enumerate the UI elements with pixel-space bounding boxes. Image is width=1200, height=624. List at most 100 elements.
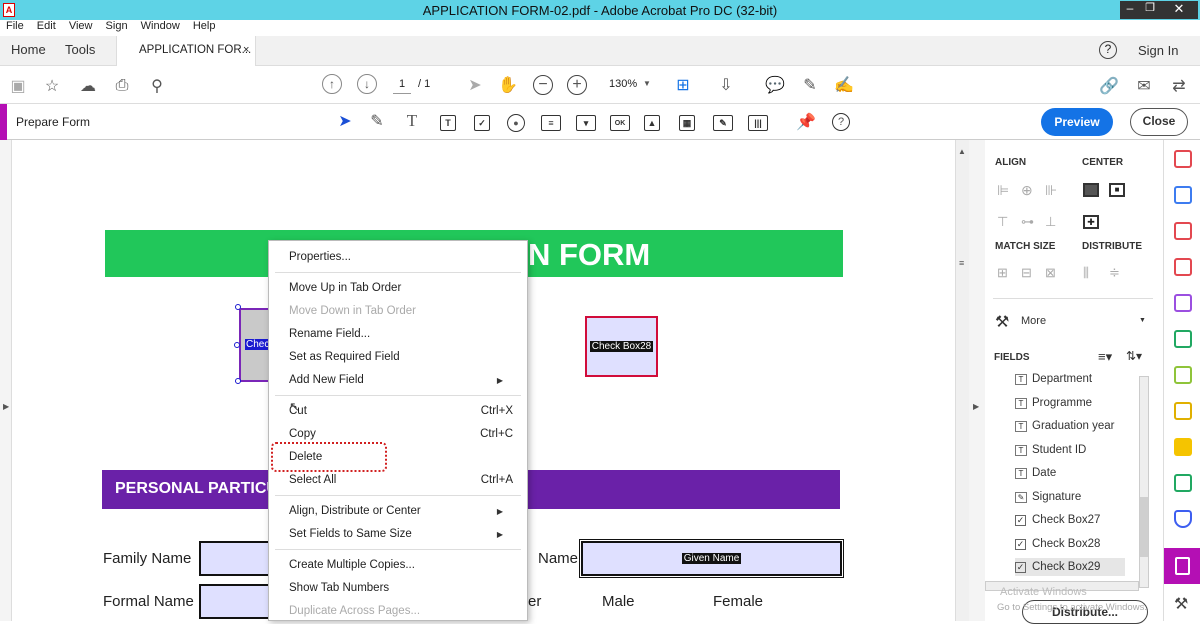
field-student-id[interactable]: T Student ID xyxy=(1015,441,1086,459)
text-field-icon[interactable]: T xyxy=(440,115,456,131)
field-check-box28[interactable]: ✓ Check Box28 xyxy=(1015,535,1100,553)
menu-move-up[interactable]: Move Up in Tab Order xyxy=(289,282,401,294)
close-window-icon[interactable]: ✕ xyxy=(1160,1,1198,19)
sort-icon[interactable]: ⇅▾ xyxy=(1126,349,1142,363)
highlight-pen-icon[interactable]: ✎ xyxy=(800,75,820,95)
menu-sign[interactable]: Sign xyxy=(106,20,128,32)
match-height-icon[interactable]: ⊟ xyxy=(1021,265,1032,281)
align-center-icon[interactable]: ⊕ xyxy=(1021,182,1033,199)
menu-same-size[interactable]: Set Fields to Same Size xyxy=(289,528,412,540)
align-bottom-icon[interactable]: ⊥ xyxy=(1045,214,1056,230)
scroll-grip-icon[interactable]: ≡ xyxy=(959,258,964,268)
page-up-icon[interactable]: ↑ xyxy=(322,74,342,94)
image-tool-icon[interactable]: ▲ xyxy=(644,115,660,131)
menu-edit[interactable]: Edit xyxy=(37,20,56,32)
text-tool-icon[interactable]: T xyxy=(403,111,421,130)
fields-scroll-thumb[interactable] xyxy=(1140,497,1148,557)
page-number-input[interactable]: 1 xyxy=(393,74,411,94)
scroll-mode-icon[interactable]: ⇩ xyxy=(716,75,736,95)
tab-document[interactable]: APPLICATION FOR... × xyxy=(116,36,256,66)
tab-close-icon[interactable]: × xyxy=(243,44,249,56)
field-date[interactable]: T Date xyxy=(1015,464,1056,482)
sign-icon[interactable]: ✍ xyxy=(834,75,854,95)
zoom-in-icon[interactable]: + xyxy=(567,75,587,95)
fields-scrollbar[interactable] xyxy=(1139,376,1149,588)
menu-file[interactable]: File xyxy=(6,20,24,32)
field-graduation-year[interactable]: T Graduation year xyxy=(1015,417,1114,435)
date-tool-icon[interactable]: ▦ xyxy=(679,115,695,131)
menu-duplicate[interactable]: Duplicate Across Pages... xyxy=(289,605,420,617)
more-chevron-icon[interactable]: ▼ xyxy=(1139,317,1146,324)
dropdown-tool-icon[interactable]: ▾ xyxy=(576,115,596,131)
button-tool-icon[interactable]: OK xyxy=(610,115,630,131)
menu-window[interactable]: Window xyxy=(141,20,180,32)
match-both-icon[interactable]: ⊠ xyxy=(1045,265,1056,281)
handle-dot[interactable] xyxy=(234,342,240,348)
formal-name-field[interactable] xyxy=(199,584,279,619)
help-icon[interactable]: ? xyxy=(1099,41,1117,59)
family-name-field[interactable] xyxy=(199,541,279,576)
field-signature[interactable]: ✎ Signature xyxy=(1015,488,1081,506)
tab-home[interactable]: Home xyxy=(11,42,46,57)
menu-move-down[interactable]: Move Down in Tab Order xyxy=(289,305,416,317)
send-review-icon[interactable] xyxy=(1174,402,1192,420)
search-icon[interactable]: ⚲ xyxy=(147,76,167,96)
zoom-level-select[interactable]: 130% xyxy=(609,78,637,90)
fields-menu-icon[interactable]: ≡▾ xyxy=(1098,349,1112,365)
field-check-box27[interactable]: ✓ Check Box27 xyxy=(1015,511,1100,529)
field-department[interactable]: T Department xyxy=(1015,370,1092,388)
scroll-up-icon[interactable]: ▲ xyxy=(958,147,966,156)
sign-in-link[interactable]: Sign In xyxy=(1138,43,1178,58)
align-left-icon[interactable]: ⊫ xyxy=(997,182,1009,199)
field-programme[interactable]: T Programme xyxy=(1015,394,1092,412)
radio-tool-icon[interactable]: ● xyxy=(507,114,525,132)
fit-page-icon[interactable]: ⊞ xyxy=(672,75,694,95)
save-icon[interactable]: ▣ xyxy=(8,76,28,96)
menu-required[interactable]: Set as Required Field xyxy=(289,351,400,363)
menu-select-all[interactable]: Select All xyxy=(289,474,336,486)
edit-pdf-icon[interactable] xyxy=(1174,258,1192,276)
barcode-tool-icon[interactable]: ||| xyxy=(748,115,768,131)
menu-view[interactable]: View xyxy=(69,20,93,32)
field-edit-icon[interactable]: ✎ xyxy=(368,112,386,130)
print-icon[interactable]: ⎙ xyxy=(112,76,132,96)
hand-icon[interactable]: ✋ xyxy=(498,76,518,94)
request-signature-icon[interactable] xyxy=(1174,330,1192,348)
align-middle-icon[interactable]: ⊶ xyxy=(1021,214,1034,230)
restore-icon[interactable]: ❐ xyxy=(1140,1,1160,19)
zoom-dropdown-icon[interactable]: ▼ xyxy=(642,78,652,88)
comment-icon[interactable]: 💬 xyxy=(765,75,785,95)
center-both-icon[interactable]: ✚ xyxy=(1083,215,1099,229)
minimize-icon[interactable]: – xyxy=(1120,1,1140,19)
digital-signature-icon[interactable]: ✎ xyxy=(713,115,733,131)
menu-align[interactable]: Align, Distribute or Center xyxy=(289,505,421,517)
preview-button[interactable]: Preview xyxy=(1041,108,1113,136)
menu-properties[interactable]: Properties... xyxy=(289,251,351,263)
distribute-horizontal-icon[interactable]: ⫼ xyxy=(1083,265,1089,281)
mail-icon[interactable]: ✉ xyxy=(1134,76,1154,96)
zoom-out-icon[interactable]: − xyxy=(533,75,553,95)
select-object-icon[interactable]: ➤ xyxy=(336,112,354,130)
menu-rename[interactable]: Rename Field... xyxy=(289,328,370,340)
listbox-tool-icon[interactable]: ≡ xyxy=(541,115,561,131)
organize-pages-icon[interactable] xyxy=(1174,222,1192,240)
expand-left-icon[interactable]: ▶ xyxy=(3,402,9,411)
page-down-icon[interactable]: ↓ xyxy=(357,74,377,94)
share-link-icon[interactable]: 🔗 xyxy=(1099,76,1119,96)
match-width-icon[interactable]: ⊞ xyxy=(997,265,1008,281)
given-name-field[interactable]: Given Name xyxy=(579,539,844,578)
star-icon[interactable]: ☆ xyxy=(42,76,62,96)
print-production-icon[interactable] xyxy=(1174,474,1192,492)
close-button[interactable]: Close xyxy=(1130,108,1188,136)
field-check-box29[interactable]: ✓ Check Box29 xyxy=(1015,558,1125,576)
comment-tool-icon[interactable] xyxy=(1174,438,1192,456)
center-horizontal-icon[interactable] xyxy=(1083,183,1099,197)
menu-tab-numbers[interactable]: Show Tab Numbers xyxy=(289,582,389,594)
align-right-icon[interactable]: ⊪ xyxy=(1045,182,1057,199)
combine-files-icon[interactable] xyxy=(1174,186,1192,204)
menu-multiple-copies[interactable]: Create Multiple Copies... xyxy=(289,559,415,571)
collapse-right-icon[interactable]: ▶ xyxy=(973,402,979,411)
menu-add-new-field[interactable]: Add New Field xyxy=(289,374,364,386)
export-pdf-icon[interactable] xyxy=(1174,366,1192,384)
handle-dot-bottom[interactable] xyxy=(235,378,241,384)
